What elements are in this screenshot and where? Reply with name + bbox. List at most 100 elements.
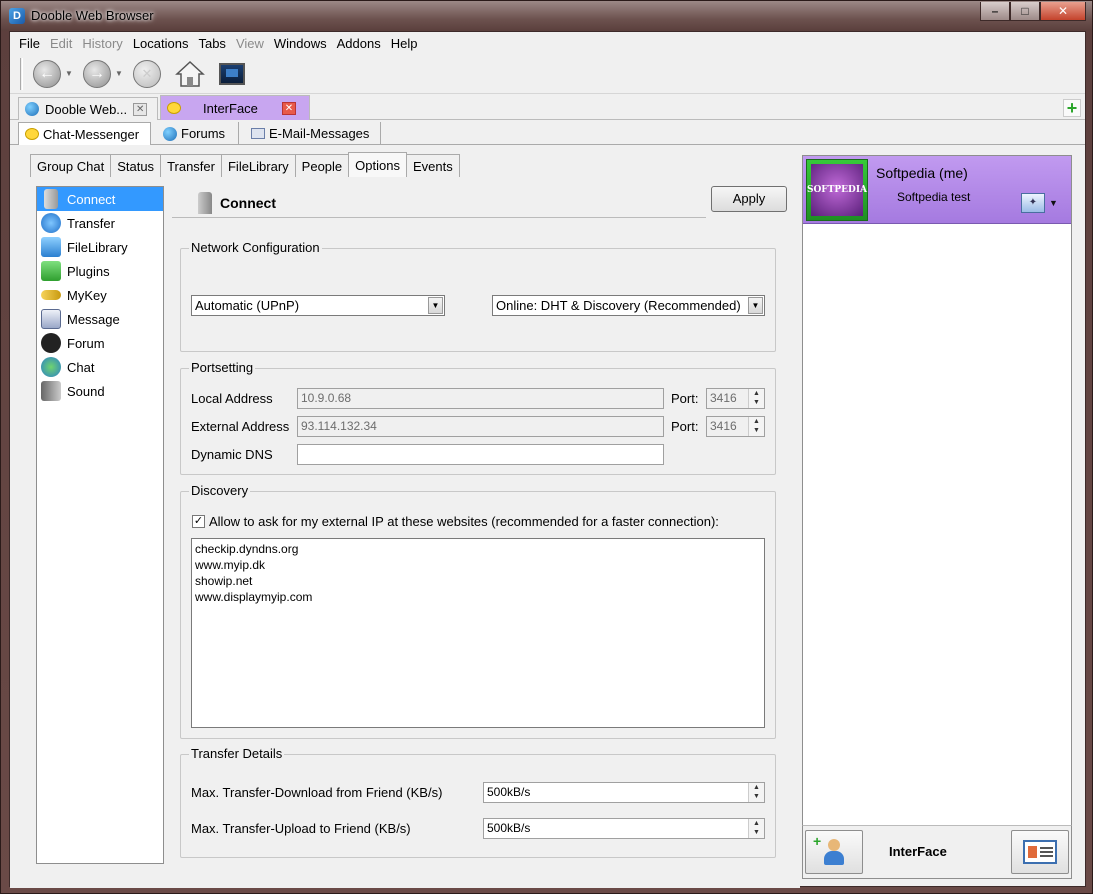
tab-interface[interactable]: InterFace ✕	[160, 95, 310, 120]
tab-filelibrary[interactable]: FileLibrary	[220, 154, 296, 177]
tab-status[interactable]: Status	[110, 154, 162, 177]
close-tab-icon[interactable]: ✕	[281, 101, 296, 115]
sidebar-item-chat[interactable]: Chat	[37, 355, 163, 379]
menu-file[interactable]: File	[14, 36, 45, 51]
chevron-down-icon[interactable]: ▼	[1049, 198, 1058, 208]
chat-icon	[41, 357, 61, 377]
contact-card-icon	[1023, 840, 1057, 864]
apply-button[interactable]: Apply	[711, 186, 787, 212]
stepper-value: 500kB/s	[487, 785, 531, 799]
minimize-button[interactable]: –	[980, 2, 1010, 21]
sidebar-item-message[interactable]: Message	[37, 307, 163, 331]
stepper-value: 500kB/s	[487, 821, 531, 835]
sidebar-item-connect[interactable]: Connect	[37, 187, 163, 211]
home-icon	[175, 60, 205, 87]
tab-dooble-web[interactable]: Dooble Web... ✕	[18, 97, 158, 120]
menu-addons[interactable]: Addons	[332, 36, 386, 51]
sidebar-item-label: Sound	[67, 383, 105, 399]
external-address-field[interactable]: 93.114.132.34	[297, 416, 664, 437]
local-port-stepper[interactable]: 3416 ▲ ▼	[706, 388, 765, 409]
select-value: Automatic (UPnP)	[195, 298, 300, 313]
sidebar-item-forum[interactable]: Forum	[37, 331, 163, 355]
stop-button[interactable]: ✕	[133, 59, 161, 88]
allow-external-ip-checkbox[interactable]: ✓	[192, 515, 205, 528]
globe-icon	[25, 102, 39, 116]
tab-options[interactable]: Options	[348, 152, 407, 177]
window-title: Dooble Web Browser	[31, 8, 154, 23]
back-button[interactable]: ←	[33, 59, 61, 88]
arrow-right-icon: →	[89, 64, 105, 82]
toolbar-grip[interactable]	[20, 57, 23, 90]
external-port-label: Port:	[671, 419, 699, 434]
close-tab-icon[interactable]: ✕	[133, 102, 148, 116]
browser-tab-strip: Dooble Web... ✕ InterFace ✕ +	[10, 95, 1085, 120]
dynamic-dns-input[interactable]	[297, 444, 664, 465]
filelibrary-icon	[41, 237, 61, 257]
tab-people[interactable]: People	[294, 154, 350, 177]
menu-tabs[interactable]: Tabs	[193, 36, 230, 51]
discovery-group: Discovery ✓ Allow to ask for my external…	[180, 483, 776, 739]
desktop-icon[interactable]	[219, 62, 245, 85]
menu-edit[interactable]: Edit	[45, 36, 77, 51]
change-picture-icon[interactable]: ✦	[1021, 193, 1045, 213]
new-tab-plus-icon[interactable]: +	[1063, 99, 1081, 117]
tab-group-chat[interactable]: Group Chat	[30, 154, 112, 177]
home-button[interactable]	[175, 59, 205, 89]
stepper-arrows-icon[interactable]: ▲ ▼	[748, 819, 764, 838]
stepper-arrows-icon[interactable]: ▲ ▼	[748, 417, 764, 436]
contact-card-button[interactable]	[1011, 830, 1069, 874]
sound-icon	[41, 381, 61, 401]
portsetting-group: Portsetting Local Address 10.9.0.68 Port…	[180, 360, 776, 475]
group-legend: Discovery	[189, 483, 251, 498]
browser-client: File Edit History Locations Tabs View Wi…	[9, 31, 1086, 888]
sidebar-item-filelibrary[interactable]: FileLibrary	[37, 235, 163, 259]
menu-history[interactable]: History	[77, 36, 127, 51]
menu-help[interactable]: Help	[386, 36, 423, 51]
download-limit-stepper[interactable]: 500kB/s ▲ ▼	[483, 782, 765, 803]
back-dropdown-icon[interactable]: ▼	[65, 69, 75, 78]
add-friend-button[interactable]: +	[805, 830, 863, 874]
avatar[interactable]: SOFTPEDIA	[806, 159, 868, 221]
tab-chat-messenger[interactable]: Chat-Messenger	[18, 122, 151, 145]
sidebar-item-label: Message	[67, 311, 120, 327]
forward-dropdown-icon[interactable]: ▼	[115, 69, 125, 78]
page-header: Connect	[172, 188, 706, 218]
tab-events[interactable]: Events	[405, 154, 460, 177]
menu-view[interactable]: View	[231, 36, 269, 51]
tab-email-messages[interactable]: E-Mail-Messages	[245, 122, 381, 145]
smiley-icon	[25, 128, 39, 140]
page-title: Connect	[220, 194, 276, 211]
tab-forums[interactable]: Forums	[157, 122, 239, 145]
chevron-down-icon[interactable]: ▼	[428, 297, 443, 314]
maximize-button[interactable]: □	[1010, 2, 1040, 21]
title-bar[interactable]: D Dooble Web Browser – □ ✕	[1, 1, 1092, 31]
envelope-icon	[251, 128, 265, 139]
menu-windows[interactable]: Windows	[269, 36, 332, 51]
forward-button[interactable]: →	[83, 59, 111, 88]
sidebar-item-plugins[interactable]: Plugins	[37, 259, 163, 283]
network-mode-select[interactable]: Automatic (UPnP) ▼	[191, 295, 445, 316]
close-button[interactable]: ✕	[1040, 2, 1086, 21]
chevron-down-icon[interactable]: ▼	[748, 297, 763, 314]
sidebar-item-mykey[interactable]: MyKey	[37, 283, 163, 307]
stepper-value: 3416	[710, 391, 737, 405]
stepper-arrows-icon[interactable]: ▲ ▼	[748, 783, 764, 802]
list-item: www.myip.dk	[195, 558, 266, 572]
tab-transfer[interactable]: Transfer	[160, 154, 222, 177]
sidebar-item-transfer[interactable]: Transfer	[37, 211, 163, 235]
local-address-field[interactable]: 10.9.0.68	[297, 388, 664, 409]
tab-label: Dooble Web...	[45, 101, 128, 117]
list-item: showip.net	[195, 574, 253, 588]
sidebar-item-label: Transfer	[67, 215, 115, 231]
main-pane: Group Chat Status Transfer FileLibrary P…	[10, 146, 800, 888]
my-profile-card[interactable]: SOFTPEDIA Softpedia (me) Softpedia test …	[803, 156, 1071, 224]
profile-status: Softpedia test	[897, 190, 971, 204]
external-port-stepper[interactable]: 3416 ▲ ▼	[706, 416, 765, 437]
ip-websites-textarea[interactable]: checkip.dyndns.org www.myip.dk showip.ne…	[191, 538, 765, 728]
sidebar-item-sound[interactable]: Sound	[37, 379, 163, 403]
discovery-mode-select[interactable]: Online: DHT & Discovery (Recommended) ▼	[492, 295, 765, 316]
menu-locations[interactable]: Locations	[128, 36, 194, 51]
stepper-arrows-icon[interactable]: ▲ ▼	[748, 389, 764, 408]
upload-limit-stepper[interactable]: 500kB/s ▲ ▼	[483, 818, 765, 839]
message-icon	[41, 309, 61, 329]
